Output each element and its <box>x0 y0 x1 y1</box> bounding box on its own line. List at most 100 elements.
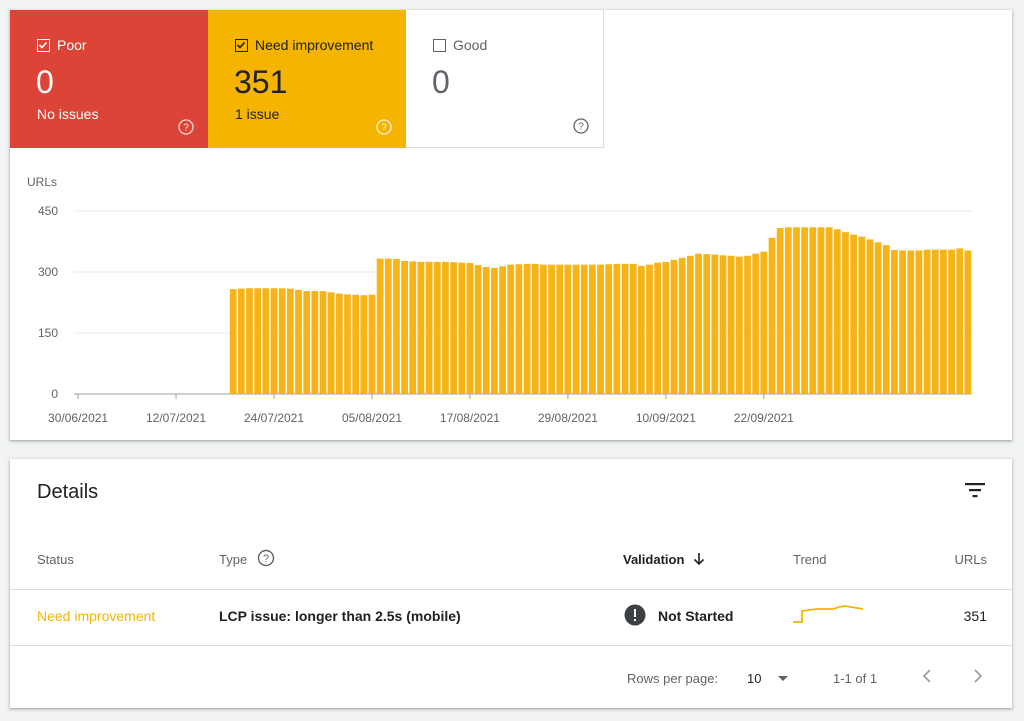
tile-poor[interactable]: Poor 0 No issues ? <box>10 10 208 148</box>
chart-bar[interactable] <box>572 264 580 394</box>
chart-bar[interactable] <box>923 249 931 394</box>
chart-bar[interactable] <box>678 257 686 394</box>
chart-bar[interactable] <box>417 261 425 394</box>
chart-bar[interactable] <box>891 250 898 394</box>
chart-bar[interactable] <box>646 264 653 394</box>
chart-bar[interactable] <box>907 250 915 394</box>
column-header-type-wrap[interactable]: Type ? <box>219 549 275 567</box>
chart-bar[interactable] <box>319 291 327 394</box>
help-icon[interactable]: ? <box>257 549 275 567</box>
chart-bar[interactable] <box>327 292 335 394</box>
chart-bar[interactable] <box>344 294 351 394</box>
chart-bar[interactable] <box>425 261 433 394</box>
chart-bar[interactable] <box>760 251 768 394</box>
chart-bar[interactable] <box>262 288 270 394</box>
chart-bar[interactable] <box>507 264 515 394</box>
chart-bar[interactable] <box>956 248 964 394</box>
chart-bar[interactable] <box>466 263 474 394</box>
chart-bar[interactable] <box>295 289 302 394</box>
chart-bar[interactable] <box>458 262 466 394</box>
chart-bar[interactable] <box>842 232 849 394</box>
chart-bar[interactable] <box>670 259 678 394</box>
chart-bar[interactable] <box>784 227 792 394</box>
checkbox-checked-icon[interactable] <box>235 38 248 52</box>
chart-bar[interactable] <box>662 261 670 394</box>
chart-bar[interactable] <box>735 256 743 394</box>
chart-bar[interactable] <box>433 261 441 394</box>
chart-bar[interactable] <box>801 227 809 394</box>
chart-bar[interactable] <box>229 289 237 394</box>
chart-bar[interactable] <box>303 291 311 394</box>
chart-bar[interactable] <box>695 253 702 394</box>
chart-bar[interactable] <box>858 236 866 394</box>
help-icon[interactable]: ? <box>376 119 392 135</box>
sort-descending-icon[interactable] <box>692 552 706 566</box>
chart-bar[interactable] <box>629 263 637 394</box>
column-header-status[interactable]: Status <box>37 552 74 567</box>
rows-per-page-select[interactable]: 10 <box>747 671 789 686</box>
chart-bar[interactable] <box>817 227 825 394</box>
chevron-right-icon[interactable] <box>970 668 984 684</box>
chart-bar[interactable] <box>948 249 955 394</box>
chart-bar[interactable] <box>874 242 882 394</box>
chart-bar[interactable] <box>605 264 613 394</box>
chart-bar[interactable] <box>442 261 449 394</box>
chart-bar[interactable] <box>450 262 457 394</box>
chart-bar[interactable] <box>523 263 531 394</box>
chart-bar[interactable] <box>744 255 751 394</box>
chart-bar[interactable] <box>254 288 262 394</box>
chart-bar[interactable] <box>940 249 947 394</box>
chart-bar[interactable] <box>401 261 409 394</box>
chart-bar[interactable] <box>499 266 506 394</box>
chart-bar[interactable] <box>393 258 400 394</box>
chart-bar[interactable] <box>931 249 939 394</box>
chart-bar[interactable] <box>531 263 539 394</box>
chart-bar[interactable] <box>286 288 294 394</box>
chart-bar[interactable] <box>556 264 564 394</box>
help-icon[interactable]: ? <box>573 118 589 134</box>
chart-bar[interactable] <box>899 250 906 394</box>
chart-bar[interactable] <box>597 264 604 394</box>
chart-bar[interactable] <box>409 261 417 394</box>
checkbox-unchecked-icon[interactable] <box>433 38 446 52</box>
checkbox-checked-icon[interactable] <box>37 38 50 52</box>
chart-bar[interactable] <box>376 258 384 394</box>
chart-bar[interactable] <box>833 229 841 394</box>
chart-bar[interactable] <box>564 264 572 394</box>
chart-bar[interactable] <box>589 264 596 394</box>
chart-bar[interactable] <box>703 254 711 394</box>
tile-need-improvement[interactable]: Need improvement 351 1 issue ? <box>208 10 406 148</box>
chart-bar[interactable] <box>768 237 776 394</box>
chart-bar[interactable] <box>482 267 490 394</box>
chart-bar[interactable] <box>711 254 719 394</box>
chart-bar[interactable] <box>964 250 972 394</box>
chart-bar[interactable] <box>613 263 621 394</box>
help-icon[interactable]: ? <box>178 119 194 135</box>
tile-good[interactable]: Good 0 ? <box>406 10 604 148</box>
chart-bar[interactable] <box>915 250 923 394</box>
chart-bar[interactable] <box>850 234 858 394</box>
chart-bar[interactable] <box>825 227 833 394</box>
chart-bar[interactable] <box>368 294 376 394</box>
chart-bar[interactable] <box>491 267 498 394</box>
chart-bar[interactable] <box>793 227 800 394</box>
chart-bar[interactable] <box>654 262 662 394</box>
chart-bar[interactable] <box>580 264 588 394</box>
chart-bar[interactable] <box>540 264 547 394</box>
chart-bar[interactable] <box>776 228 784 394</box>
chart-bar[interactable] <box>548 264 555 394</box>
chart-bar[interactable] <box>360 295 368 394</box>
column-header-urls[interactable]: URLs <box>954 552 987 567</box>
chart-bar[interactable] <box>637 265 645 394</box>
chart-bar[interactable] <box>621 263 629 394</box>
chart-bar[interactable] <box>727 255 735 394</box>
column-header-validation-wrap[interactable]: Validation <box>623 552 706 567</box>
chart-bar[interactable] <box>882 245 890 394</box>
chart-bar[interactable] <box>686 255 694 394</box>
chart-bar[interactable] <box>474 265 482 394</box>
chart-bar[interactable] <box>311 291 319 394</box>
chart-bar[interactable] <box>278 288 286 394</box>
filter-icon[interactable] <box>964 481 986 499</box>
chart-bar[interactable] <box>246 288 253 394</box>
chart-bar[interactable] <box>270 288 278 394</box>
